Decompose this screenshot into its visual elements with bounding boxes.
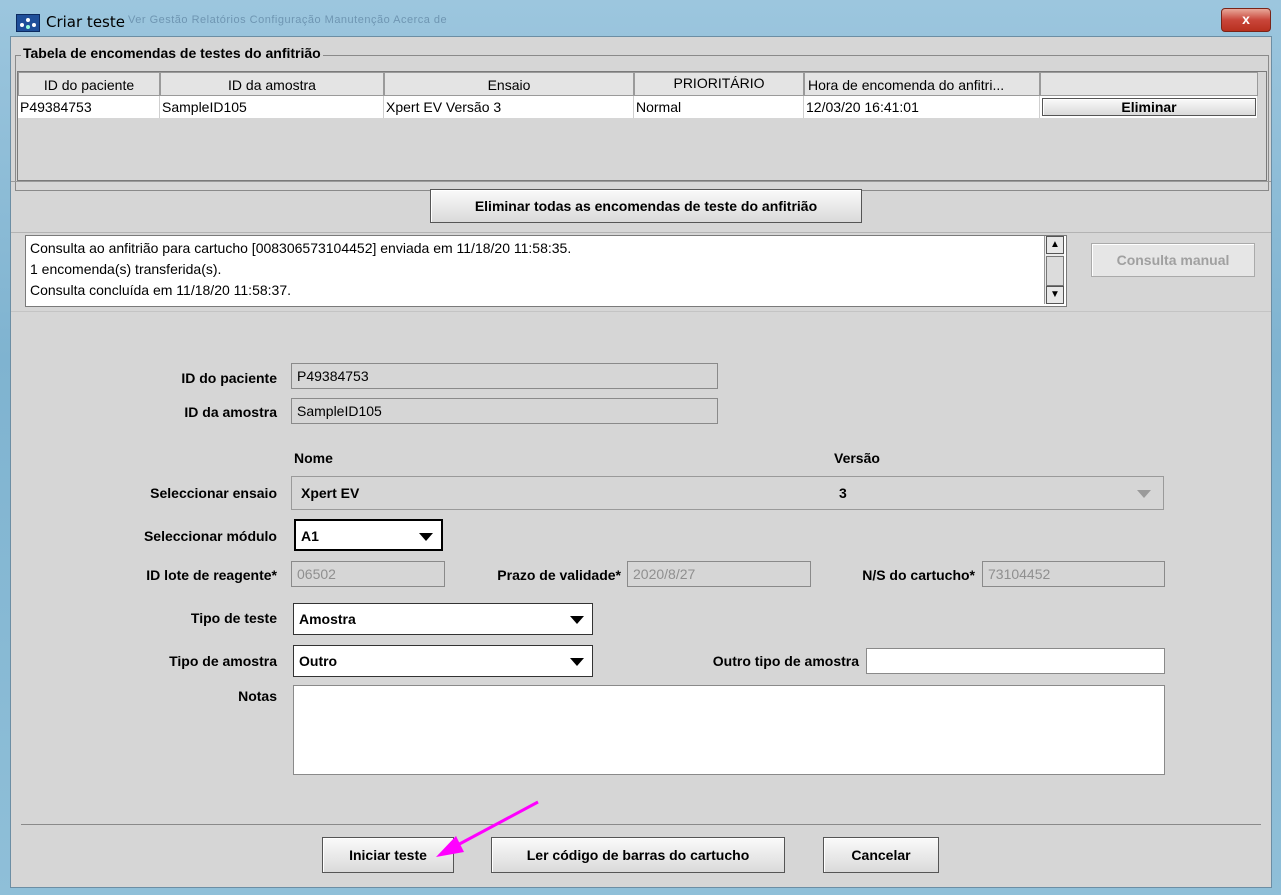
orders-table: ID do paciente ID da amostra Ensaio PRIO… <box>17 71 1267 181</box>
test-type-value: Amostra <box>299 611 356 627</box>
sample-id-field[interactable]: SampleID105 <box>291 398 718 424</box>
notes-label: Notas <box>238 688 277 704</box>
divider <box>11 232 1271 233</box>
read-barcode-button[interactable]: Ler código de barras do cartucho <box>491 837 785 873</box>
chevron-down-icon <box>1137 490 1151 498</box>
log-line: Consulta ao anfitrião para cartucho [008… <box>30 240 572 256</box>
cell-order-time[interactable]: 12/03/20 16:41:01 <box>804 96 1040 118</box>
patient-id-field[interactable]: P49384753 <box>291 363 718 389</box>
cell-patient-id[interactable]: P49384753 <box>18 96 160 118</box>
divider <box>11 311 1271 312</box>
sample-type-label: Tipo de amostra <box>169 653 277 669</box>
col-header-order-time[interactable]: Hora de encomenda do anfitri... <box>804 72 1040 96</box>
col-header-priority[interactable]: PRIORITÁRIO <box>634 72 804 96</box>
window-title: Criar teste <box>46 13 125 31</box>
log-line: 1 encomenda(s) transferida(s). <box>30 261 222 277</box>
orders-group-title: Tabela de encomendas de testes do anfitr… <box>21 45 323 61</box>
assay-name-value: Xpert EV <box>301 485 360 501</box>
sample-id-label: ID da amostra <box>184 404 277 420</box>
col-header-patient-id[interactable]: ID do paciente <box>18 72 160 96</box>
expiry-label: Prazo de validade* <box>497 567 621 583</box>
app-icon <box>16 14 40 32</box>
col-header-assay[interactable]: Ensaio <box>384 72 634 96</box>
chevron-down-icon <box>419 533 433 541</box>
select-assay-label: Seleccionar ensaio <box>150 485 277 501</box>
col-header-sample-id[interactable]: ID da amostra <box>160 72 384 96</box>
scroll-up-icon[interactable]: ▲ <box>1046 236 1064 254</box>
start-test-button[interactable]: Iniciar teste <box>322 837 454 873</box>
reagent-lot-field[interactable]: 06502 <box>291 561 445 587</box>
chevron-down-icon <box>570 658 584 666</box>
assay-version-value: 3 <box>839 485 847 501</box>
delete-all-orders-button[interactable]: Eliminar todas as encomendas de teste do… <box>430 189 862 223</box>
cell-sample-id[interactable]: SampleID105 <box>160 96 384 118</box>
assay-select[interactable]: Xpert EV 3 <box>291 476 1164 510</box>
expiry-field[interactable]: 2020/8/27 <box>627 561 811 587</box>
scroll-thumb[interactable] <box>1046 256 1064 286</box>
select-module-label: Seleccionar módulo <box>143 528 277 544</box>
sample-type-select[interactable]: Outro <box>293 645 593 677</box>
ghost-menu-text: Ver Gestão Relatórios Configuração Manut… <box>128 14 448 26</box>
manual-query-button[interactable]: Consulta manual <box>1091 243 1255 277</box>
divider <box>21 824 1261 825</box>
module-select[interactable]: A1 <box>294 519 443 551</box>
test-type-label: Tipo de teste <box>190 610 277 626</box>
cancel-button[interactable]: Cancelar <box>823 837 939 873</box>
scroll-down-icon[interactable]: ▼ <box>1046 286 1064 304</box>
delete-order-button[interactable]: Eliminar <box>1042 98 1256 116</box>
cell-priority[interactable]: Normal <box>634 96 804 118</box>
close-button[interactable]: x <box>1221 8 1271 32</box>
notes-textarea[interactable] <box>293 685 1165 775</box>
module-value: A1 <box>301 528 319 544</box>
cell-assay[interactable]: Xpert EV Versão 3 <box>384 96 634 118</box>
name-column-header: Nome <box>294 450 333 466</box>
cartridge-sn-field[interactable]: 73104452 <box>982 561 1165 587</box>
divider <box>11 181 1271 182</box>
reagent-lot-label: ID lote de reagente* <box>146 567 277 583</box>
log-line: Consulta concluída em 11/18/20 11:58:37. <box>30 282 291 298</box>
test-type-select[interactable]: Amostra <box>293 603 593 635</box>
cell-delete: Eliminar <box>1040 96 1258 118</box>
other-sample-type-label: Outro tipo de amostra <box>712 653 859 669</box>
chevron-down-icon <box>570 616 584 624</box>
patient-id-label: ID do paciente <box>181 370 277 386</box>
host-query-log[interactable]: Consulta ao anfitrião para cartucho [008… <box>25 235 1067 307</box>
version-column-header: Versão <box>834 450 880 466</box>
log-scrollbar[interactable]: ▲ ▼ <box>1044 236 1064 304</box>
other-sample-type-field[interactable] <box>866 648 1165 674</box>
sample-type-value: Outro <box>299 653 338 669</box>
dialog-client: Tabela de encomendas de testes do anfitr… <box>10 36 1272 888</box>
col-header-actions <box>1040 72 1258 96</box>
title-bar: Criar teste Ver Gestão Relatórios Config… <box>8 8 1272 36</box>
cartridge-sn-label: N/S do cartucho* <box>862 567 975 583</box>
